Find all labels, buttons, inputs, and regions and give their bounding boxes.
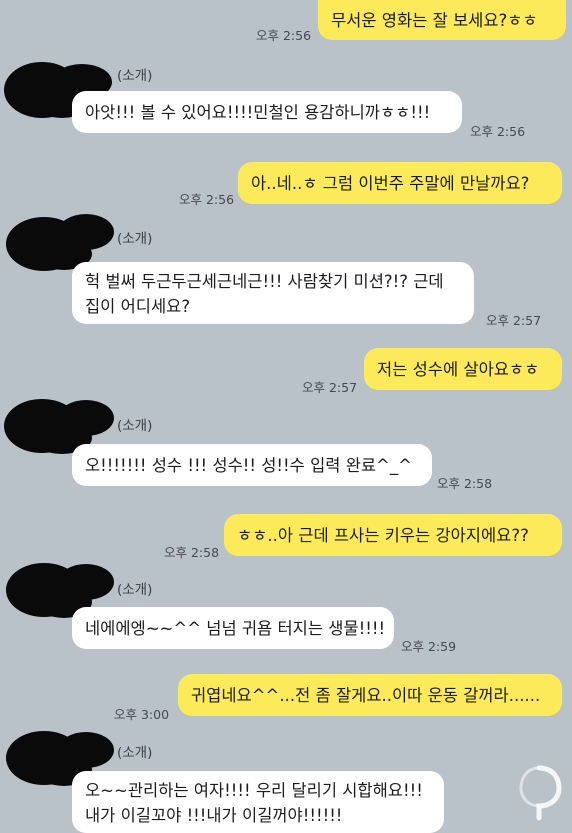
message-bubble-other: 헉 벌써 두근두근세근네근!!! 사람찾기 미션?!? 근데 집이 어디세요? <box>72 262 474 324</box>
message-bubble-other: 오!!!!!!! 성수 !!! 성수!! 성!!수 입력 완료^_^ <box>72 444 432 486</box>
message-timestamp: 오후 2:57 <box>302 380 358 395</box>
message-timestamp: 오후 2:56 <box>470 124 526 139</box>
message-bubble-mine: 아..네..ㅎ 그럼 이번주 주말에 만날까요? <box>238 162 562 204</box>
message-timestamp: 오후 2:56 <box>179 192 235 207</box>
sender-name: (소개) <box>117 68 153 84</box>
sender-name: (소개) <box>117 418 153 434</box>
message-bubble-mine: 무서운 영화는 잘 보세요?ㅎㅎ <box>318 0 566 40</box>
message-bubble-mine: 귀엽네요^^...전 좀 잘게요..이따 운동 갈꺼라...... <box>178 674 562 716</box>
message-timestamp: 오후 2:58 <box>164 545 220 560</box>
message-timestamp: 오후 2:58 <box>437 476 493 491</box>
message-bubble-other: 네에에엥~~^^ 넘넘 귀욤 터지는 생물!!!! <box>72 607 394 649</box>
message-bubble-mine: ㅎㅎ..아 근데 프사는 키우는 강아지에요?? <box>224 514 562 556</box>
message-timestamp: 오후 2:56 <box>256 28 312 43</box>
message-bubble-mine: 저는 성수에 살아요ㅎㅎ <box>364 348 562 390</box>
message-line: 집이 어디세요? <box>85 297 191 316</box>
message-line: 오~~관리하는 여자!!!! 우리 달리기 시합해요!!! <box>85 781 423 800</box>
message-line: 내가 이길꼬야 !!!내가 이길꺼야!!!!!! <box>85 806 343 825</box>
sender-name: (소개) <box>117 745 153 761</box>
message-bubble-other: 오~~관리하는 여자!!!! 우리 달리기 시합해요!!! 내가 이길꼬야 !!… <box>72 771 444 833</box>
sender-name: (소개) <box>117 582 153 598</box>
message-timestamp: 오후 3:00 <box>114 707 170 722</box>
message-bubble-other: 아앗!!! 볼 수 있어요!!!!민철인 용감하니까ㅎㅎ!!! <box>72 91 462 133</box>
message-timestamp: 오후 2:57 <box>486 313 542 328</box>
sender-name: (소개) <box>117 231 153 247</box>
message-line: 헉 벌써 두근두근세근네근!!! 사람찾기 미션?!? 근데 <box>85 272 444 291</box>
message-timestamp: 오후 2:59 <box>401 639 457 654</box>
logo-watermark-icon <box>513 762 565 822</box>
